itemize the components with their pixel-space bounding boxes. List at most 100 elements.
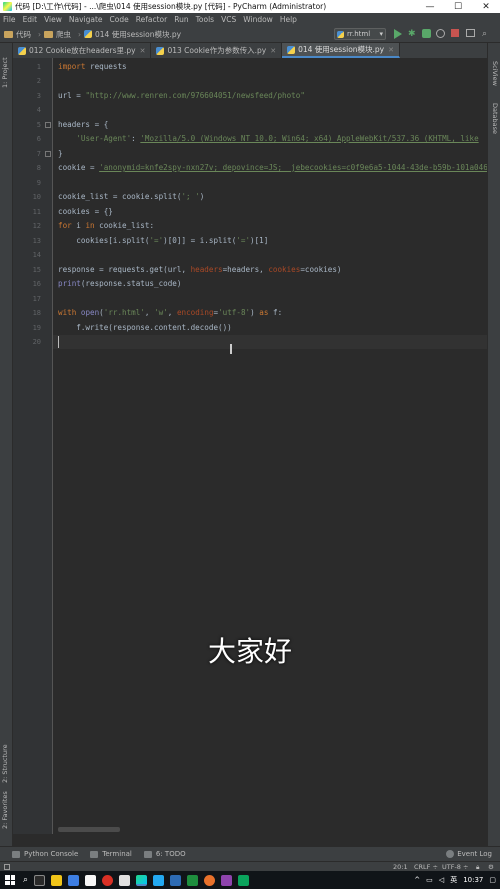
breadcrumb-folder[interactable]: 爬虫 bbox=[44, 29, 71, 40]
pycharm-logo-icon bbox=[3, 2, 12, 11]
run-config-select[interactable]: rr.html ▾ bbox=[334, 28, 386, 40]
fold-marker-icon[interactable] bbox=[45, 151, 51, 157]
git-icon[interactable]: ⚙︎ bbox=[488, 863, 494, 871]
search-icon[interactable]: ⌕ bbox=[23, 875, 28, 885]
line-number: 7 bbox=[36, 150, 41, 158]
left-tool-strip: 1: Project 2: Structure 2: Favorites bbox=[0, 43, 13, 846]
tab-014-session[interactable]: 014 使用session模块.py ✕ bbox=[282, 43, 400, 58]
line-number: 14 bbox=[32, 251, 41, 259]
app-icon[interactable] bbox=[221, 874, 233, 886]
breadcrumb-label: 代码 bbox=[16, 29, 31, 39]
folder-icon bbox=[44, 30, 53, 38]
menu-view[interactable]: View bbox=[44, 15, 62, 24]
code-line-16: print(response.status_code) bbox=[58, 279, 182, 288]
app-icon[interactable] bbox=[170, 874, 182, 886]
line-number: 13 bbox=[32, 237, 41, 245]
menu-window[interactable]: Window bbox=[243, 15, 273, 24]
run-with-coverage-button[interactable] bbox=[422, 29, 431, 38]
app-icon[interactable] bbox=[187, 874, 199, 886]
file-explorer-icon[interactable] bbox=[51, 874, 63, 886]
chevron-right-icon: › bbox=[38, 29, 41, 39]
menu-code[interactable]: Code bbox=[110, 15, 129, 24]
fold-marker-icon[interactable] bbox=[45, 122, 51, 128]
code-editor[interactable]: import requests url = "http://www.renren… bbox=[53, 58, 487, 834]
python-file-icon bbox=[156, 46, 165, 55]
app-icon[interactable] bbox=[204, 874, 216, 886]
network-icon[interactable]: ▭ bbox=[426, 876, 433, 884]
chevron-right-icon: › bbox=[78, 29, 81, 39]
volume-icon[interactable]: ◁ bbox=[439, 876, 444, 884]
database-panel-tab[interactable]: Database bbox=[491, 103, 499, 134]
line-number: 20 bbox=[32, 338, 41, 346]
bottom-tool-bar: Python Console Terminal 6: TODO Event Lo… bbox=[0, 846, 500, 861]
python-console-button[interactable]: Python Console bbox=[12, 850, 78, 858]
maximize-button[interactable]: ☐ bbox=[444, 2, 472, 12]
menu-file[interactable]: File bbox=[3, 15, 16, 24]
event-log-button[interactable]: Event Log bbox=[446, 850, 492, 858]
ime-indicator[interactable]: 英 bbox=[450, 875, 457, 885]
app-icon[interactable] bbox=[119, 874, 131, 886]
windows-taskbar: ⌕ ^ ▭ ◁ 英 10:37 ▢ bbox=[0, 871, 500, 889]
menu-vcs[interactable]: VCS bbox=[221, 15, 236, 24]
windows-start-icon[interactable] bbox=[5, 875, 15, 885]
vscode-icon[interactable] bbox=[153, 874, 165, 886]
tab-012-cookie-headers[interactable]: 012 Cookie放在headers里.py ✕ bbox=[13, 43, 152, 58]
system-tray: ^ ▭ ◁ 英 10:37 ▢ bbox=[408, 871, 496, 889]
app-icon[interactable] bbox=[238, 874, 250, 886]
cursor-position[interactable]: 20:1 bbox=[393, 863, 408, 871]
folder-icon bbox=[4, 30, 13, 38]
todo-button[interactable]: 6: TODO bbox=[143, 850, 186, 858]
breadcrumb-label: 爬虫 bbox=[56, 29, 71, 39]
minimize-button[interactable]: — bbox=[416, 2, 444, 12]
line-number: 4 bbox=[36, 106, 41, 114]
close-tab-icon[interactable]: ✕ bbox=[270, 47, 276, 55]
horizontal-scrollbar[interactable] bbox=[58, 827, 120, 832]
clock[interactable]: 10:37 bbox=[463, 876, 483, 884]
code-line-18: with open('rr.html', 'w', encoding='utf-… bbox=[58, 308, 283, 317]
project-structure-icon[interactable] bbox=[466, 29, 475, 37]
tool-label: Event Log bbox=[457, 850, 492, 858]
line-separator[interactable]: CRLF ÷ bbox=[414, 863, 438, 871]
app-icon[interactable] bbox=[68, 874, 80, 886]
breadcrumb-file[interactable]: 014 使用session模块.py bbox=[84, 29, 181, 40]
bug-icon: ✱ bbox=[408, 29, 416, 39]
tab-013-cookie-param[interactable]: 013 Cookie作为参数传入.py ✕ bbox=[151, 43, 283, 58]
title-bar: 代码 [D:\工作\代码] - ...\爬虫\014 使用session模块.p… bbox=[0, 0, 500, 13]
profile-button[interactable] bbox=[436, 29, 445, 38]
status-toggle-icon[interactable] bbox=[4, 864, 10, 870]
file-encoding[interactable]: UTF-8 ÷ bbox=[442, 863, 468, 871]
app-icon[interactable] bbox=[85, 874, 97, 886]
run-button[interactable] bbox=[394, 29, 404, 39]
tray-arrow-icon[interactable]: ^ bbox=[414, 876, 420, 884]
menu-edit[interactable]: Edit bbox=[23, 15, 38, 24]
close-button[interactable]: ✕ bbox=[472, 2, 500, 12]
favorites-panel-tab[interactable]: 2: Favorites bbox=[1, 791, 9, 829]
line-number: 1 bbox=[36, 63, 41, 71]
close-tab-icon[interactable]: ✕ bbox=[388, 46, 394, 54]
menu-tools[interactable]: Tools bbox=[196, 15, 214, 24]
search-icon[interactable]: ⌕ bbox=[482, 29, 492, 39]
python-file-icon bbox=[84, 30, 92, 38]
navigation-bar: 代码 › 爬虫 › 014 使用session模块.py rr.html ▾ ✱… bbox=[0, 26, 500, 43]
todo-icon bbox=[143, 850, 152, 858]
pycharm-taskbar-icon[interactable] bbox=[136, 874, 148, 886]
menu-run[interactable]: Run bbox=[174, 15, 188, 24]
task-view-icon[interactable] bbox=[34, 874, 46, 886]
project-panel-tab[interactable]: 1: Project bbox=[1, 57, 9, 88]
breadcrumb-project[interactable]: 代码 bbox=[4, 29, 31, 40]
terminal-button[interactable]: Terminal bbox=[90, 850, 132, 858]
close-tab-icon[interactable]: ✕ bbox=[140, 47, 146, 55]
menu-help[interactable]: Help bbox=[280, 15, 297, 24]
notification-icon[interactable]: ▢ bbox=[489, 876, 496, 884]
structure-panel-tab[interactable]: 2: Structure bbox=[1, 744, 9, 783]
chrome-icon[interactable] bbox=[102, 874, 114, 886]
menu-navigate[interactable]: Navigate bbox=[69, 15, 103, 24]
debug-button[interactable]: ✱ bbox=[408, 29, 418, 39]
menu-refactor[interactable]: Refactor bbox=[136, 15, 167, 24]
sciview-panel-tab[interactable]: SciView bbox=[491, 61, 499, 86]
tool-label: Python Console bbox=[24, 850, 79, 858]
stop-button[interactable] bbox=[451, 29, 459, 37]
line-number: 16 bbox=[32, 280, 41, 288]
line-number-gutter: 1 2 3 4 5 6 7 8 9 10 11 12 13 14 15 16 1… bbox=[13, 58, 53, 834]
window-title: 代码 [D:\工作\代码] - ...\爬虫\014 使用session模块.p… bbox=[15, 2, 327, 11]
